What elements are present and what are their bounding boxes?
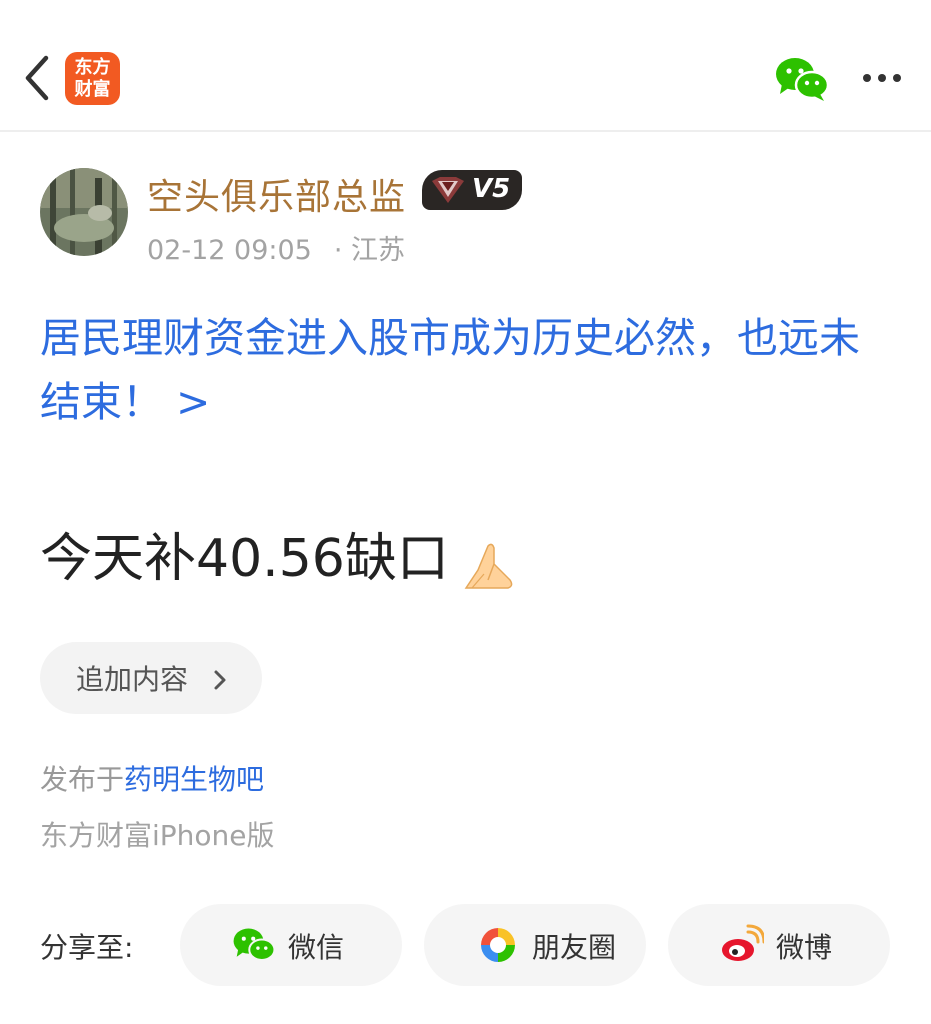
post-date: 02-12 09:05 bbox=[147, 235, 312, 266]
more-dots-icon[interactable] bbox=[862, 70, 902, 86]
author-name[interactable]: 空头俱乐部总监 bbox=[147, 168, 406, 220]
diamond-v-icon bbox=[432, 177, 464, 203]
wechat-icon[interactable] bbox=[774, 56, 830, 102]
post-meta: 02-12 09:05 · 江苏 bbox=[147, 228, 405, 267]
share-weibo-button[interactable]: 微博 bbox=[668, 904, 890, 986]
posted-prefix: 发布于 bbox=[40, 763, 125, 796]
post-location: · 江苏 bbox=[333, 235, 406, 266]
badge-label: V5 bbox=[472, 174, 511, 204]
weibo-icon bbox=[720, 924, 766, 966]
share-weibo-label: 微博 bbox=[776, 931, 833, 964]
add-content-label: 追加内容 bbox=[76, 663, 189, 696]
post-body: 今天补40.56缺口 bbox=[40, 529, 449, 589]
pressed-hands-emoji-icon bbox=[458, 540, 518, 592]
forum-link[interactable]: 药明生物吧 bbox=[124, 763, 264, 796]
eastmoney-logo[interactable]: 东方 财富 bbox=[65, 52, 120, 105]
avatar[interactable] bbox=[40, 168, 128, 256]
level-badge: V5 bbox=[422, 170, 522, 210]
client-source: 东方财富iPhone版 bbox=[40, 819, 275, 852]
logo-line2: 财富 bbox=[74, 78, 111, 100]
back-chevron-icon[interactable] bbox=[20, 52, 60, 104]
share-moments-button[interactable]: 朋友圈 bbox=[424, 904, 646, 986]
share-wechat-button[interactable]: 微信 bbox=[180, 904, 402, 986]
logo-line1: 东方 bbox=[74, 56, 111, 78]
top-nav-bar: 东方 财富 bbox=[0, 0, 931, 132]
share-moments-label: 朋友圈 bbox=[532, 931, 617, 964]
wechat-icon bbox=[232, 924, 276, 966]
share-label: 分享至: bbox=[40, 931, 134, 964]
share-wechat-label: 微信 bbox=[288, 931, 345, 964]
post-headline-link[interactable]: 居民理财资金进入股市成为历史必然，也远未结束！ > bbox=[40, 306, 900, 434]
moments-icon bbox=[476, 924, 520, 966]
posted-in: 发布于药明生物吧 bbox=[40, 758, 264, 798]
chevron-right-icon bbox=[210, 666, 230, 690]
add-content-button[interactable]: 追加内容 bbox=[40, 642, 262, 714]
